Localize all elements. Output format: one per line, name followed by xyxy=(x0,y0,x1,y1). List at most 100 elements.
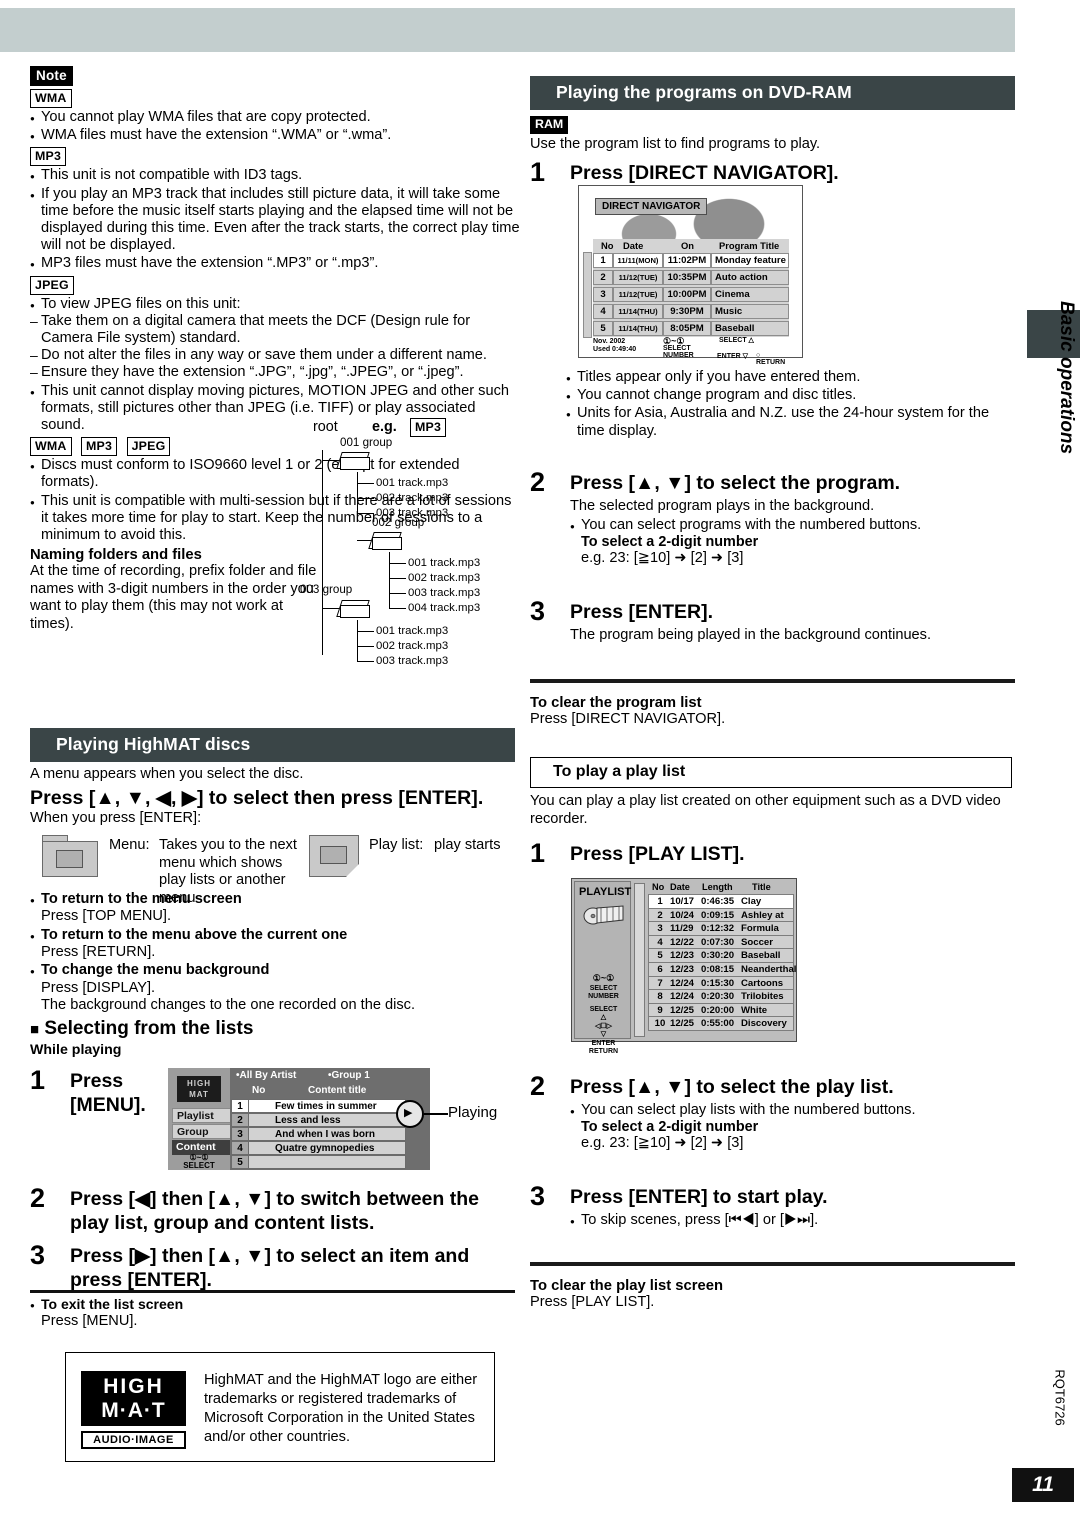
jpeg-tag: JPEG xyxy=(30,275,74,295)
mp3-tag-combo: MP3 xyxy=(81,437,118,457)
highmat-row[interactable]: 2 Less and less xyxy=(231,1113,406,1127)
playlist-row[interactable]: 8 12/24 0:20:30 Trilobites xyxy=(648,989,794,1004)
dn-bullet-3: Units for Asia, Australia and N.Z. use t… xyxy=(566,405,1016,439)
play-a-playlist-block: To play a play list You can play a play … xyxy=(530,745,1012,828)
tree-branch xyxy=(389,608,406,610)
highmat-row[interactable]: 4 Quatre gymnopedies xyxy=(231,1141,406,1155)
playlist-row[interactable]: 10 12/25 0:55:00 Discovery xyxy=(648,1016,794,1031)
menu-label: Menu: xyxy=(109,837,150,853)
pl-step2-bullet: You can select play lists with the numbe… xyxy=(570,1102,1015,1121)
pl-2digit-title: To select a 2-digit number xyxy=(581,1119,759,1136)
dpad-icon: △ ◁☐▷ ▽ xyxy=(594,1014,613,1038)
tree-branch xyxy=(389,593,406,595)
tree-eg-label: e.g. xyxy=(372,419,397,435)
tree-group-3-label: 003 group xyxy=(300,583,353,596)
dn-scrollbar[interactable] xyxy=(583,252,592,338)
playlist-row[interactable]: 6 12/23 0:08:15 Neanderthal xyxy=(648,961,796,977)
playing-indicator-icon xyxy=(396,1100,424,1128)
dn-step-2: 2 Press [▲, ▼] to select the program. Th… xyxy=(530,467,1015,567)
dn-row[interactable]: 1 11/11(MON) 11:02PM Monday feature xyxy=(593,252,789,269)
mp3-bullet-1: This unit is not compatible with ID3 tag… xyxy=(30,167,520,186)
menu-folder-icon xyxy=(42,835,98,877)
step-head: Press [DIRECT NAVIGATOR]. xyxy=(570,161,839,184)
page-number: 11 xyxy=(1012,1468,1074,1502)
dn-column-headers: No Date On Program Title xyxy=(593,239,789,252)
dn-step-1: 1 Press [DIRECT NAVIGATOR]. xyxy=(530,157,1015,187)
tree-branch xyxy=(389,563,406,565)
highmat-audio-image-label: AUDIO·IMAGE xyxy=(81,1431,186,1449)
step-head: Press [ENTER] to start play. xyxy=(570,1186,828,1208)
step-number: 3 xyxy=(30,1240,46,1270)
highmat-button-playlist[interactable]: Playlist xyxy=(172,1108,236,1123)
divider xyxy=(530,1262,1015,1266)
playlist-row[interactable]: 3 11/29 0:12:32 Formula one xyxy=(648,921,794,947)
tree-file: 004 track.mp3 xyxy=(408,602,481,614)
highmat-button-group[interactable]: Group xyxy=(172,1124,236,1139)
tree-branch xyxy=(357,661,374,663)
wma-tag: WMA xyxy=(30,89,72,108)
wma-tag-combo: WMA xyxy=(30,437,72,457)
dn-row[interactable]: 5 11/14(THU) 8:05PM Baseball xyxy=(593,320,789,337)
tip-3-body: Press [DISPLAY]. xyxy=(41,979,156,996)
square-bullet-icon: ■ xyxy=(30,1021,40,1038)
list-step-1: 1 Press [MENU]. xyxy=(30,1065,160,1117)
mp3-tag: MP3 xyxy=(30,147,67,167)
playlist-row[interactable]: 4 12/22 0:07:30 Soccer xyxy=(648,934,794,950)
dn-step-1-bullets: Titles appear only if you have entered t… xyxy=(566,368,1016,440)
pl-step-3: 3 Press [ENTER] to start play. To skip s… xyxy=(530,1181,1015,1231)
tab-all-by-artist[interactable]: •All By Artist xyxy=(236,1070,296,1081)
playlist-row[interactable]: 5 12/23 0:30:20 Baseball xyxy=(648,948,794,963)
tree-file: 003 track.mp3 xyxy=(408,587,481,599)
pl-step3-bullet: To skip scenes, press [⏮◀] or [▶⏭]. xyxy=(570,1212,1015,1231)
highmat-list-screen: HIGH MAT Playlist Group Content ①~① SELECT… xyxy=(168,1068,430,1170)
playlist-row[interactable]: 9 12/25 0:20:00 White Dwarf xyxy=(648,1002,794,1029)
tree-file: 001 track.mp3 xyxy=(408,557,481,569)
step-head: Press [▲, ▼] to select the program. xyxy=(570,472,901,494)
list-step-3: 3 Press [▶] then [▲, ▼] to select an ite… xyxy=(30,1240,490,1292)
exit-list-title: To exit the list screen xyxy=(30,1296,515,1315)
jpeg-dash-3: Ensure they have the extension “.JPG”, “… xyxy=(30,364,520,381)
playlist-row[interactable]: 2 10/24 0:09:15 Ashley at Prom xyxy=(648,907,794,934)
highmat-row[interactable]: 5 xyxy=(231,1155,406,1169)
tree-branch xyxy=(357,472,359,514)
manual-page: Note WMA You cannot play WMA files that … xyxy=(0,0,1080,1526)
highmat-row[interactable]: 1 Few times in summer xyxy=(231,1099,406,1113)
highmat-row[interactable]: 3 And when I was born xyxy=(231,1127,406,1141)
tree-branch xyxy=(389,552,391,609)
highmat-trademark-box: HIGH M·A·T AUDIO·IMAGE HighMAT and the H… xyxy=(65,1352,495,1462)
step-head: Press [ENTER]. xyxy=(570,601,714,623)
jpeg-dash-1: Take them on a digital camera that meets… xyxy=(30,313,520,347)
selecting-lists-section: ■ Selecting from the lists While playing xyxy=(30,1017,515,1058)
step-head: Press [◀] then [▲, ▼] to switch between … xyxy=(70,1188,479,1234)
step-number: 3 xyxy=(530,1181,546,1211)
highmat-select-keys: ①~① SELECT xyxy=(183,1153,215,1170)
dn-bullet-1: Titles appear only if you have entered t… xyxy=(566,369,1016,388)
dn-row[interactable]: 4 11/14(THU) 9:30PM Music xyxy=(593,303,789,320)
playlist-label: Play list: xyxy=(369,837,424,853)
pl-2digit-body: e.g. 23: [≧10] ➜ [2] ➜ [3] xyxy=(581,1135,744,1152)
jpeg-tag-combo: JPEG xyxy=(126,437,171,457)
direct-navigator-title: DIRECT NAVIGATOR xyxy=(595,198,708,215)
tree-branch xyxy=(322,608,340,610)
folder-icon xyxy=(368,528,406,552)
side-tab-label: Basic operations xyxy=(1056,301,1077,455)
clear-program-title: To clear the program list xyxy=(530,695,702,711)
playlist-scrollbar[interactable] xyxy=(634,883,645,1037)
tab-group-1[interactable]: •Group 1 xyxy=(328,1070,370,1081)
dn-row[interactable]: 2 11/12(TUE) 10:35PM Auto action xyxy=(593,269,789,286)
highmat-tips: To return to the menu screen Press [TOP … xyxy=(30,890,515,1015)
dvdram-intro: Use the program list to find programs to… xyxy=(530,136,821,152)
playlist-row[interactable]: 7 12/24 0:15:30 Cartoons xyxy=(648,975,794,991)
dn-row[interactable]: 3 11/12(TUE) 10:00PM Cinema xyxy=(593,286,789,303)
menu-playlist-legend: Menu: Takes you to the next menu which s… xyxy=(42,833,532,906)
step-number: 2 xyxy=(530,1071,546,1101)
tree-file: 002 track.mp3 xyxy=(376,492,449,504)
clear-playlist-body: Press [PLAY LIST]. xyxy=(530,1294,655,1310)
step-head: Press [PLAY LIST]. xyxy=(570,843,745,865)
step-number: 2 xyxy=(530,467,546,497)
clear-playlist-block: To clear the play list screen Press [PLA… xyxy=(530,1248,1015,1312)
playlist-screen-sidebar: PLAYLIST ①~① SELECT NUMBER SELECT △ ◁☐▷ ▽ xyxy=(574,881,631,1055)
playlist-row[interactable]: 1 10/17 0:46:35 Clay Penguin xyxy=(648,894,794,920)
divider xyxy=(530,679,1015,683)
dn-bullet-2: You cannot change program and disc title… xyxy=(566,387,1016,406)
